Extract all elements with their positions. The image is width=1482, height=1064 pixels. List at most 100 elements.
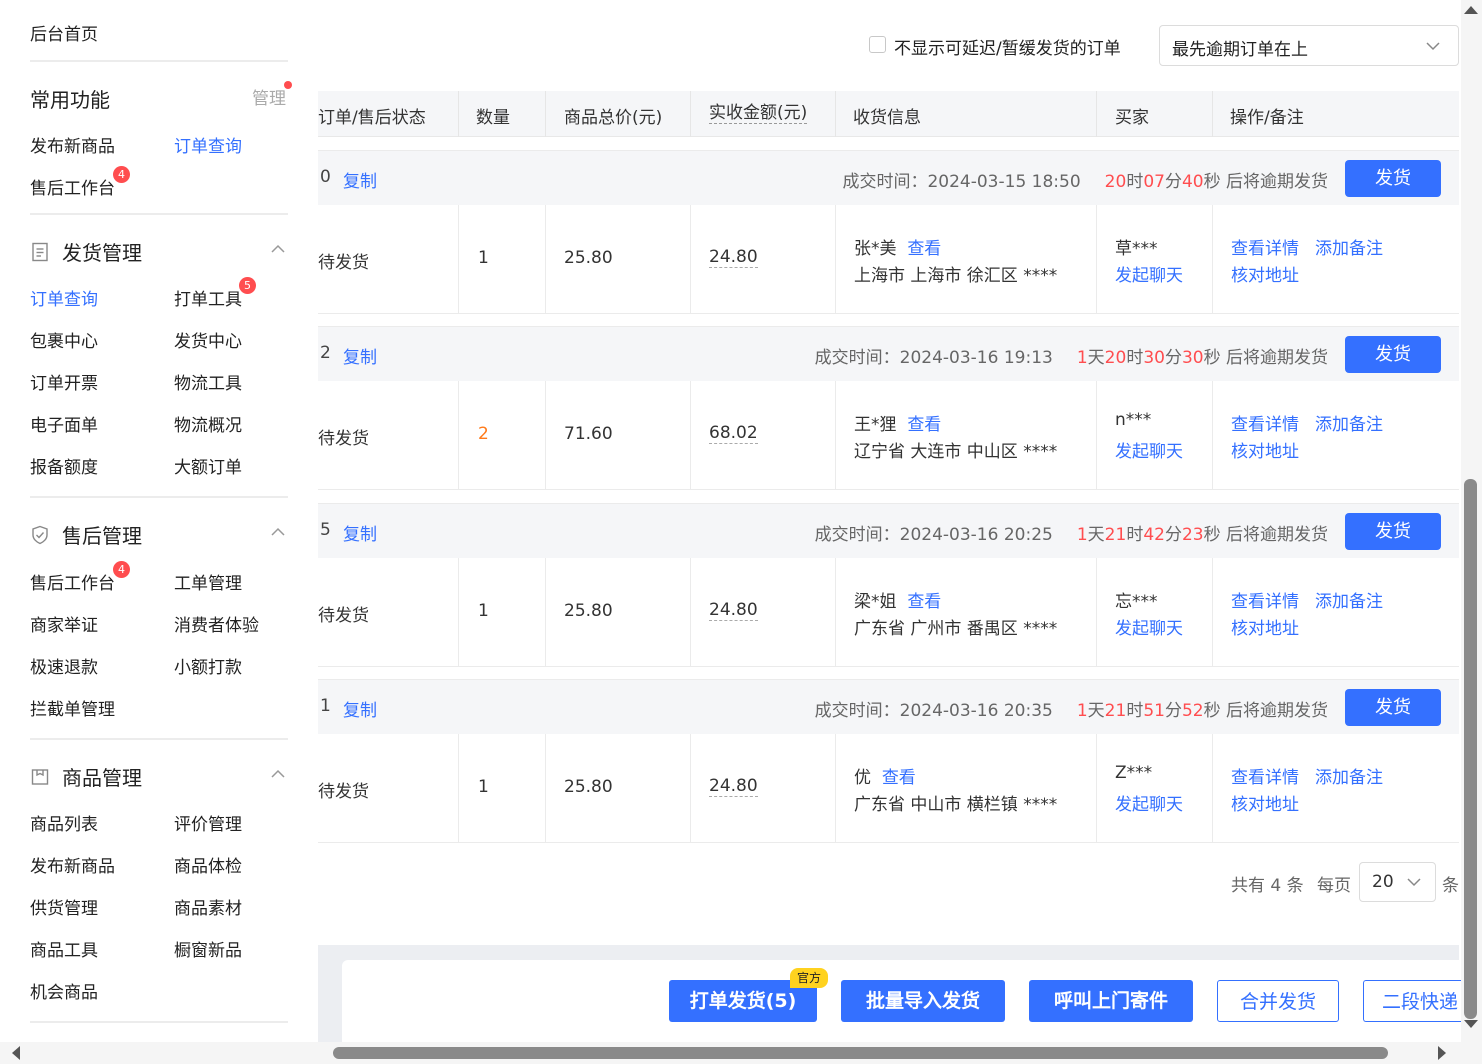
countdown-seconds: 52: [1181, 701, 1204, 721]
sidebar-item-ticket-management[interactable]: 工单管理: [174, 569, 242, 594]
call-pickup-button[interactable]: 呼叫上门寄件: [1029, 980, 1193, 1022]
sidebar-item-goods-list[interactable]: 商品列表: [30, 810, 98, 835]
hide-delayed-checkbox[interactable]: [869, 36, 886, 53]
order-body-row: 待发货 1 25.80 24.80 张*美 查看 上海市 上海市 徐汇区 ***…: [318, 205, 1459, 314]
countdown-minute-unit: 分: [1164, 701, 1182, 721]
ship-button[interactable]: 发货: [1345, 160, 1441, 197]
order-paid-amount[interactable]: 68.02: [709, 423, 758, 444]
check-address-link[interactable]: 核对地址: [1231, 790, 1299, 815]
ship-button[interactable]: 发货: [1345, 513, 1441, 550]
copy-order-id-link[interactable]: 复制: [343, 167, 377, 192]
check-address-link[interactable]: 核对地址: [1231, 614, 1299, 639]
view-detail-link[interactable]: 查看详情: [1231, 234, 1299, 259]
col-header-paid[interactable]: 实收金额(元): [709, 103, 808, 124]
shipping-management-title[interactable]: 发货管理: [30, 237, 142, 266]
aftersale-management-title[interactable]: 售后管理: [30, 520, 142, 549]
sidebar-item-invoice[interactable]: 订单开票: [30, 369, 98, 394]
add-note-link[interactable]: 添加备注: [1315, 234, 1383, 259]
sidebar-item-goods-material[interactable]: 商品素材: [174, 894, 242, 919]
vertical-scrollbar[interactable]: [1461, 0, 1482, 1042]
view-receiver-link[interactable]: 查看: [907, 592, 941, 612]
scroll-left-arrow-icon[interactable]: [12, 1046, 20, 1060]
view-receiver-link[interactable]: 查看: [907, 415, 941, 435]
sidebar-item-order-query-2[interactable]: 订单查询: [30, 285, 98, 310]
order-paid-amount[interactable]: 24.80: [709, 247, 758, 268]
view-detail-link[interactable]: 查看详情: [1231, 763, 1299, 788]
sidebar-item-merchant-evidence[interactable]: 商家举证: [30, 611, 98, 636]
add-note-link[interactable]: 添加备注: [1315, 410, 1383, 435]
view-detail-link[interactable]: 查看详情: [1231, 410, 1299, 435]
check-address-link[interactable]: 核对地址: [1231, 437, 1299, 462]
sidebar-item-order-query[interactable]: 订单查询: [174, 132, 242, 157]
start-chat-link[interactable]: 发起聊天: [1115, 437, 1183, 462]
ship-button[interactable]: 发货: [1345, 336, 1441, 373]
sidebar-item-print-tool[interactable]: 打单工具: [174, 285, 242, 310]
batch-import-ship-button[interactable]: 批量导入发货: [841, 980, 1005, 1022]
sidebar-item-small-payment[interactable]: 小额打款: [174, 653, 242, 678]
sidebar-item-logistics-tool[interactable]: 物流工具: [174, 369, 242, 394]
sidebar-item-shipping-center[interactable]: 发货中心: [174, 327, 242, 352]
sidebar-item-intercept-management[interactable]: 拦截单管理: [30, 695, 115, 720]
sidebar-item-showcase-new[interactable]: 橱窗新品: [174, 936, 242, 961]
sidebar-item-publish-goods[interactable]: 发布新商品: [30, 132, 115, 157]
order-quantity: 1: [478, 601, 489, 621]
copy-order-id-link[interactable]: 复制: [343, 520, 377, 545]
horizontal-scroll-thumb[interactable]: [333, 1047, 1388, 1059]
sidebar-item-package-center[interactable]: 包裹中心: [30, 327, 98, 352]
add-note-link[interactable]: 添加备注: [1315, 587, 1383, 612]
countdown-hours: 20: [1104, 348, 1127, 368]
view-receiver-link[interactable]: 查看: [882, 768, 916, 788]
sidebar-item-aftersale-workbench-2[interactable]: 售后工作台: [30, 569, 115, 594]
add-note-link[interactable]: 添加备注: [1315, 763, 1383, 788]
page-size-select[interactable]: 20: [1359, 862, 1436, 902]
sidebar-item-goods-checkup[interactable]: 商品体检: [174, 852, 242, 877]
sidebar-item-opportunity-goods[interactable]: 机会商品: [30, 978, 98, 1003]
order-quantity: 1: [478, 248, 489, 268]
check-address-link[interactable]: 核对地址: [1231, 261, 1299, 286]
countdown-hours: 21: [1104, 525, 1127, 545]
sidebar-item-review-management[interactable]: 评价管理: [174, 810, 242, 835]
hide-delayed-label[interactable]: 不显示可延迟/暂缓发货的订单: [894, 34, 1121, 59]
ship-button[interactable]: 发货: [1345, 689, 1441, 726]
start-chat-link[interactable]: 发起聊天: [1115, 790, 1183, 815]
scroll-down-arrow-icon[interactable]: [1464, 1020, 1478, 1028]
order-paid-amount[interactable]: 24.80: [709, 776, 758, 797]
horizontal-scrollbar[interactable]: [0, 1042, 1482, 1064]
sort-select[interactable]: 最先逾期订单在上: [1159, 25, 1459, 66]
sidebar-item-aftersale-workbench[interactable]: 售后工作台: [30, 174, 115, 199]
sidebar-item-logistics-overview[interactable]: 物流概况: [174, 411, 242, 436]
chevron-up-icon[interactable]: [270, 241, 286, 257]
sidebar-item-fast-refund[interactable]: 极速退款: [30, 653, 98, 678]
deal-time-label: 成交时间：: [814, 525, 900, 545]
merge-ship-button[interactable]: 合并发货: [1217, 980, 1339, 1022]
sidebar-item-goods-tool[interactable]: 商品工具: [30, 936, 98, 961]
order-paid-amount[interactable]: 24.80: [709, 600, 758, 621]
copy-order-id-link[interactable]: 复制: [343, 343, 377, 368]
table-header: 订单/售后状态 数量 商品总价(元) 实收金额(元) 收货信息 买家 操作/备注: [318, 91, 1459, 137]
sidebar-item-supply-management[interactable]: 供货管理: [30, 894, 98, 919]
goods-management-title[interactable]: 商品管理: [30, 762, 142, 791]
view-receiver-link[interactable]: 查看: [907, 239, 941, 259]
vertical-scroll-thumb[interactable]: [1464, 479, 1477, 1019]
sidebar-item-publish-goods-2[interactable]: 发布新商品: [30, 852, 115, 877]
chevron-up-icon[interactable]: [270, 766, 286, 782]
sidebar-home-link[interactable]: 后台首页: [30, 20, 98, 45]
copy-order-id-link[interactable]: 复制: [343, 696, 377, 721]
start-chat-link[interactable]: 发起聊天: [1115, 614, 1183, 639]
manage-link[interactable]: 管理: [252, 84, 286, 109]
chevron-up-icon[interactable]: [270, 524, 286, 540]
view-detail-link[interactable]: 查看详情: [1231, 587, 1299, 612]
sidebar-item-consumer-experience[interactable]: 消费者体验: [174, 611, 259, 636]
scroll-up-arrow-icon[interactable]: [1464, 6, 1478, 14]
sidebar-divider: [30, 738, 288, 740]
scroll-right-arrow-icon[interactable]: [1438, 1046, 1446, 1060]
column-separator: [835, 734, 836, 843]
sidebar-item-large-orders[interactable]: 大额订单: [174, 453, 242, 478]
countdown-hour-unit: 时: [1126, 172, 1144, 192]
start-chat-link[interactable]: 发起聊天: [1115, 261, 1183, 286]
column-separator: [690, 381, 691, 490]
buyer-name: 忘***: [1115, 592, 1158, 612]
sidebar-item-e-waybill[interactable]: 电子面单: [30, 411, 98, 436]
two-stage-express-button[interactable]: 二段快递: [1363, 980, 1461, 1022]
sidebar-item-report-quota[interactable]: 报备额度: [30, 453, 98, 478]
